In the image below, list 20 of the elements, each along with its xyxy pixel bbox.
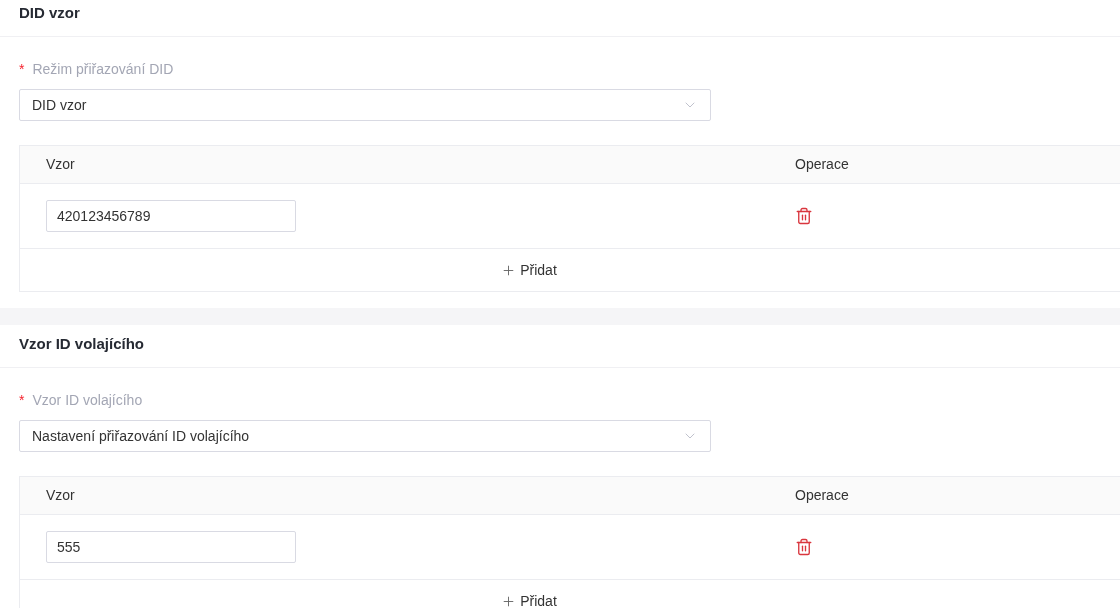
section-title: DID vzor: [19, 2, 80, 23]
pattern-input[interactable]: 420123456789: [46, 200, 296, 232]
section-title: Vzor ID volajícího: [19, 333, 145, 354]
column-header: Operace: [794, 155, 849, 174]
plus-icon: [501, 593, 517, 608]
delete-icon[interactable]: [795, 207, 813, 225]
column-header: Vzor: [45, 486, 76, 505]
select-field[interactable]: DID vzor: [19, 89, 711, 121]
pattern-input[interactable]: 555: [46, 531, 296, 563]
plus-icon: [501, 262, 517, 278]
add-button[interactable]: Přidat: [501, 259, 557, 281]
delete-icon[interactable]: [795, 538, 813, 556]
add-button[interactable]: Přidat: [501, 590, 557, 608]
field-label: Vzor ID volajícího: [32, 390, 143, 410]
field-label: Režim přiřazování DID: [32, 59, 174, 79]
required-mark: *: [19, 59, 25, 79]
column-header: Vzor: [45, 155, 76, 174]
required-mark: *: [19, 390, 25, 410]
column-header: Operace: [794, 486, 849, 505]
select-field[interactable]: Nastavení přiřazování ID volajícího: [19, 420, 711, 452]
